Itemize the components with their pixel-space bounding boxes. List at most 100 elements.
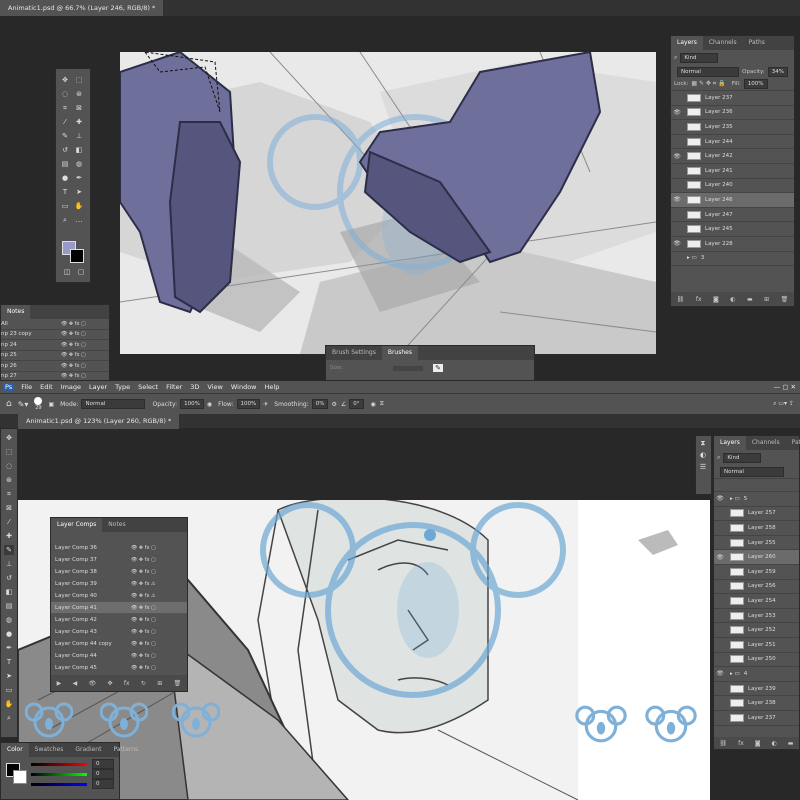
eyedropper-tool-icon[interactable]: ⁄ xyxy=(4,517,14,527)
layer-row[interactable]: Layer 259 xyxy=(714,565,799,580)
marquee-tool-icon[interactable]: ⬚ xyxy=(74,75,84,85)
quick-mask-icon[interactable]: ◫ xyxy=(62,267,72,277)
zoom-tool-icon[interactable]: ⌕ xyxy=(4,713,14,723)
layer-comp-row[interactable]: Layer Comp 45 👁 ✥ fx ▢ xyxy=(51,662,187,674)
mask-icon[interactable]: ◙ xyxy=(713,296,719,303)
stamp-tool-icon[interactable]: ⊥ xyxy=(74,131,84,141)
comp-state-icons[interactable]: 👁 ✥ fx ▢ xyxy=(61,331,86,337)
eye-icon[interactable]: 👁 xyxy=(671,109,683,116)
layer-row[interactable]: Layer 256 xyxy=(714,580,799,595)
layer-comp-row[interactable]: Layer Comp 42 👁 ✥ fx ▢ xyxy=(51,614,187,626)
zoom-tool-icon[interactable]: ⌕ xyxy=(60,215,70,225)
top-filter-select[interactable]: Kind xyxy=(680,53,719,63)
layer-row[interactable]: Layer 258 xyxy=(714,521,799,536)
new-layer-icon[interactable]: ⊞ xyxy=(764,296,769,303)
history-brush-icon[interactable]: ↺ xyxy=(4,573,14,583)
notes-tab[interactable]: Notes xyxy=(1,305,31,319)
layer-row[interactable]: 👁 Layer 242 xyxy=(671,149,794,164)
hand-tool-icon[interactable]: ✋ xyxy=(4,699,14,709)
layer-row[interactable]: Layer 240 xyxy=(671,179,794,194)
pen-tool-icon[interactable]: ✒ xyxy=(4,643,14,653)
layer-comp-row[interactable]: Layer Comp 36 👁 ✥ fx ▢ xyxy=(51,542,187,554)
bottom-blend-mode-select[interactable]: Normal xyxy=(720,467,784,477)
comp-state-icons[interactable]: 👁 ✥ fx ▢ xyxy=(131,557,156,563)
notes-row[interactable]: np 26 👁 ✥ fx ▢ xyxy=(1,361,109,372)
layer-row[interactable]: Layer 250 xyxy=(714,653,799,668)
options-right-icons[interactable]: ⌕ ▭▾ ⇪ xyxy=(773,400,794,408)
gradient-tab[interactable]: Gradient xyxy=(69,743,107,757)
layer-row[interactable]: 👁 Layer 236 xyxy=(671,106,794,121)
fx-icon[interactable]: fx xyxy=(738,740,744,747)
quick-select-tool-icon[interactable]: ⊛ xyxy=(74,89,84,99)
gradient-tool-icon[interactable]: ▤ xyxy=(4,601,14,611)
screen-mode-icon[interactable]: ▢ xyxy=(76,267,86,277)
brushes-tab[interactable]: Brushes xyxy=(381,346,418,360)
green-value[interactable]: 0 xyxy=(92,769,114,779)
layer-row[interactable]: Layer 247 xyxy=(671,208,794,223)
eye-icon[interactable]: 👁 xyxy=(671,153,683,160)
layer-row[interactable]: Layer 241 xyxy=(671,164,794,179)
layer-row[interactable]: Layer 238 xyxy=(714,696,799,711)
comp-state-icons[interactable]: 👁 ✥ fx ▢ xyxy=(131,653,156,659)
healing-tool-icon[interactable]: ✚ xyxy=(74,117,84,127)
menu-filter[interactable]: Filter xyxy=(162,383,186,391)
marquee-tool-icon[interactable]: ⬚ xyxy=(4,447,14,457)
frame-tool-icon[interactable]: ⊠ xyxy=(74,103,84,113)
eye-icon[interactable]: 👁 xyxy=(714,670,726,677)
layer-comp-row[interactable]: Layer Comp 37 👁 ✥ fx ▢ xyxy=(51,554,187,566)
move-tool-icon[interactable]: ✥ xyxy=(60,75,70,85)
color-background-swatch[interactable] xyxy=(13,770,27,784)
layer-comps-tab[interactable]: Layer Comps xyxy=(51,518,103,532)
menu-file[interactable]: File xyxy=(17,383,36,391)
path-select-icon[interactable]: ➤ xyxy=(4,671,14,681)
layer-row[interactable]: 👁 Layer 246 xyxy=(671,193,794,208)
mode-select[interactable]: Normal xyxy=(81,399,146,409)
history-brush-icon[interactable]: ↺ xyxy=(60,145,70,155)
adjustments-panel-icon[interactable]: ◐ xyxy=(698,450,708,460)
trash-icon[interactable]: 🗑 xyxy=(781,296,789,303)
flow-field[interactable]: 100% xyxy=(236,399,261,409)
bottom-lock-row[interactable] xyxy=(714,479,799,492)
healing-tool-icon[interactable]: ✚ xyxy=(4,531,14,541)
layer-comp-row[interactable]: Layer Comp 40 👁 ✥ fx ⚠ xyxy=(51,590,187,602)
angle-field[interactable]: 0° xyxy=(349,399,364,409)
dodge-tool-icon[interactable]: ● xyxy=(60,173,70,183)
menu-select[interactable]: Select xyxy=(134,383,162,391)
crop-tool-icon[interactable]: ⌗ xyxy=(60,103,70,113)
layer-row[interactable]: ▸ ▭ 3 xyxy=(671,252,794,267)
comp-warning-icon[interactable]: 👁 ✥ fx ⚠ xyxy=(131,581,156,587)
comp-state-icons[interactable]: 👁 ✥ fx ▢ xyxy=(131,617,156,623)
brush-tool-icon[interactable]: ✎ xyxy=(60,131,70,141)
blue-slider[interactable] xyxy=(31,783,87,786)
dodge-tool-icon[interactable]: ● xyxy=(4,629,14,639)
lock-icons[interactable]: ▦ ✎ ✥ ⌗ 🔒 xyxy=(691,80,725,88)
angle-icon[interactable]: ∠ xyxy=(341,401,346,408)
pen-tool-icon[interactable]: ✒ xyxy=(74,173,84,183)
menu-layer[interactable]: Layer xyxy=(85,383,111,391)
more-tools-icon[interactable]: … xyxy=(74,215,84,225)
bottom-channels-tab[interactable]: Channels xyxy=(746,436,786,450)
comp-state-icons[interactable]: 👁 ✥ fx ▢ xyxy=(131,569,156,575)
notes-row[interactable]: np 24 👁 ✥ fx ▢ xyxy=(1,340,109,351)
eye-icon[interactable]: 👁 xyxy=(671,240,683,247)
mask-icon[interactable]: ◙ xyxy=(755,740,761,747)
shape-tool-icon[interactable]: ▭ xyxy=(60,201,70,211)
comp-state-icons[interactable]: 👁 ✥ fx ▢ xyxy=(61,373,86,379)
airbrush-icon[interactable]: ✈ xyxy=(263,401,268,408)
layer-row[interactable]: Layer 251 xyxy=(714,638,799,653)
eyedropper-tool-icon[interactable]: ⁄ xyxy=(60,117,70,127)
bottom-paths-tab[interactable]: Paths xyxy=(786,436,800,450)
comp-state-icons[interactable]: 👁 ✥ fx ▢ xyxy=(131,629,156,635)
brush-tool-icon[interactable]: ✎ xyxy=(4,545,14,555)
menu-edit[interactable]: Edit xyxy=(36,383,57,391)
lasso-tool-icon[interactable]: ◌ xyxy=(60,89,70,99)
symmetry-icon[interactable]: ⧖ xyxy=(380,400,384,408)
menu-window[interactable]: Window xyxy=(227,383,261,391)
layer-row[interactable]: 👁 ▸ ▭ 5 xyxy=(714,492,799,507)
layer-row[interactable]: Layer 245 xyxy=(671,222,794,237)
delete-comp-icon[interactable]: 🗑 xyxy=(174,680,182,687)
adjustment-icon[interactable]: ◐ xyxy=(730,296,735,303)
stamp-tool-icon[interactable]: ⊥ xyxy=(4,559,14,569)
smoothing-gear-icon[interactable]: ⚙ xyxy=(331,401,336,408)
comp-state-icons[interactable]: 👁 ✥ fx ▢ xyxy=(131,545,156,551)
